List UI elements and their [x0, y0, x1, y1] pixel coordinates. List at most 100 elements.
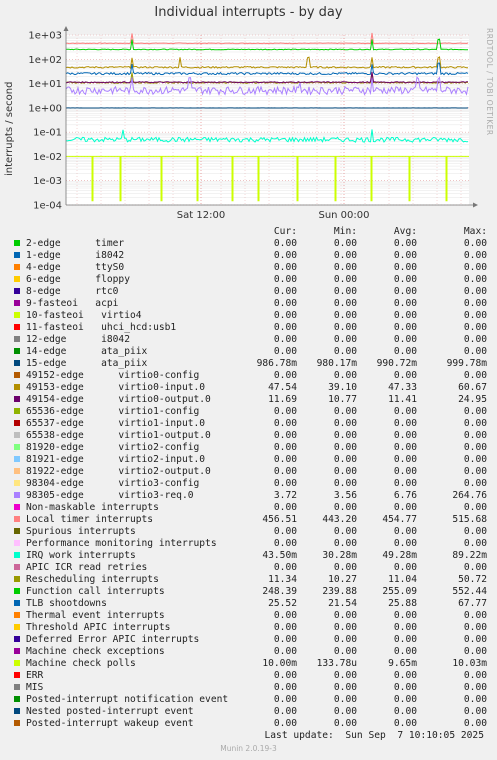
legend-swatch [14, 588, 20, 594]
legend-swatch [14, 360, 20, 366]
legend-row: 10-fasteoi virtio4 0.00 0.00 0.00 0.00 [0, 310, 497, 322]
legend-max: 0.00 [463, 442, 487, 453]
x-tick-label: Sun 00:00 [318, 210, 369, 221]
legend-max: 10.03m [452, 658, 487, 669]
legend-swatch [14, 540, 20, 546]
legend-row: 14-edge ata_piix 0.00 0.00 0.00 0.00 [0, 346, 497, 358]
legend-max: 0.00 [463, 286, 487, 297]
legend-max: 0.00 [463, 310, 487, 321]
legend-swatch [14, 720, 20, 726]
legend-name: Local timer interrupts [26, 514, 154, 525]
legend-swatch [14, 624, 20, 630]
legend-name: Spurious interrupts [26, 526, 136, 537]
legend-row: 65536-edge virtio1-config 0.00 0.00 0.00 0.0… [0, 406, 497, 418]
legend-row: 6-edge floppy 0.00 0.00 0.00 0.00 [0, 274, 497, 286]
interrupts-chart: 1e-04 1e-03 1e-02 1e-01 1e+00 1e+01 1e+02 1e+03… [28, 26, 478, 221]
legend-avg: 0.00 [393, 670, 417, 681]
legend-name: 8-edge rtc0 [26, 286, 119, 297]
legend-max: 264.76 [452, 490, 487, 501]
legend-max: 0.00 [463, 646, 487, 657]
legend-max: 50.72 [458, 574, 487, 585]
legend-avg: 0.00 [393, 466, 417, 477]
legend-name: Nested posted-interrupt event [26, 706, 194, 717]
legend-swatch [14, 636, 20, 642]
legend-name: 49153-edge virtio0-input.0 [26, 382, 206, 393]
legend-max: 0.00 [463, 262, 487, 273]
legend-name: 15-edge ata_piix [26, 358, 148, 369]
legend-name: Rescheduling interrupts [26, 574, 159, 585]
legend-name: 81922-edge virtio2-output.0 [26, 466, 211, 477]
legend-name: MIS [26, 682, 44, 693]
legend-row: Function call interrupts 248.39 239.88 255.… [0, 586, 497, 598]
y-tick-label: 1e+03 [28, 31, 62, 42]
legend-avg: 0.00 [393, 262, 417, 273]
legend-avg: 0.00 [393, 274, 417, 285]
legend-header-max: Max: [463, 226, 487, 237]
legend-swatch [14, 336, 20, 342]
legend-avg: 0.00 [393, 682, 417, 693]
legend-max: 0.00 [463, 430, 487, 441]
x-tick-label: Sat 12:00 [177, 210, 225, 221]
legend-max: 0.00 [463, 622, 487, 633]
legend-avg: 0.00 [393, 454, 417, 465]
legend-name: 98305-edge virtio3-req.0 [26, 490, 194, 501]
legend-name: 4-edge ttyS0 [26, 262, 125, 273]
y-tick-label: 1e+02 [28, 55, 62, 66]
legend-name: 11-fasteoi uhci_hcd:usb1 [26, 322, 177, 333]
legend-row: IRQ work interrupts 43.50m 30.28m 49.28m 89.… [0, 550, 497, 562]
legend-avg: 11.41 [388, 394, 417, 405]
legend-swatch [14, 288, 20, 294]
legend-max: 0.00 [463, 334, 487, 345]
legend-avg: 0.00 [393, 346, 417, 357]
legend-name: 2-edge timer [26, 238, 125, 249]
legend-row: 49154-edge virtio0-output.0 11.69 10.77 11.… [0, 394, 497, 406]
legend-row: Spurious interrupts 0.00 0.00 0.00 0.00 [0, 526, 497, 538]
legend-name: 9-fasteoi acpi [26, 298, 119, 309]
legend-name: TLB shootdowns [26, 598, 107, 609]
legend-swatch [14, 408, 20, 414]
legend-name: IRQ work interrupts [26, 550, 136, 561]
legend-row: 65538-edge virtio1-output.0 0.00 0.00 0.00 0… [0, 430, 497, 442]
legend-max: 0.00 [463, 670, 487, 681]
legend-avg: 0.00 [393, 610, 417, 621]
legend-swatch [14, 600, 20, 606]
legend-avg: 990.72m [376, 358, 417, 369]
legend-row: APIC ICR read retries 0.00 0.00 0.00 0.00 [0, 562, 497, 574]
legend-max: 999.78m [446, 358, 487, 369]
legend-name: Function call interrupts [26, 586, 165, 597]
legend-swatch [14, 564, 20, 570]
legend-swatch [14, 576, 20, 582]
legend-row: Posted-interrupt notification event 0.00 0… [0, 694, 497, 706]
legend-swatch [14, 552, 20, 558]
legend-max: 0.00 [463, 706, 487, 717]
legend-max: 0.00 [463, 274, 487, 285]
legend-row: 49153-edge virtio0-input.0 47.54 39.10 47.3… [0, 382, 497, 394]
legend-swatch [14, 468, 20, 474]
legend-max: 0.00 [463, 238, 487, 249]
legend-max: 0.00 [463, 454, 487, 465]
legend-max: 0.00 [463, 694, 487, 705]
legend-avg: 0.00 [393, 406, 417, 417]
chart-title: Individual interrupts - by day [154, 5, 343, 20]
legend-avg: 0.00 [393, 250, 417, 261]
legend-avg: 11.04 [388, 574, 417, 585]
legend-swatch [14, 252, 20, 258]
legend-avg: 0.00 [393, 634, 417, 645]
legend-swatch [14, 312, 20, 318]
legend-swatch [14, 672, 20, 678]
legend-swatch [14, 660, 20, 666]
legend-max: 0.00 [463, 502, 487, 513]
legend-name: 65537-edge virtio1-input.0 [26, 418, 206, 429]
legend-name: 49152-edge virtio0-config [26, 370, 200, 381]
legend-row: 8-edge rtc0 0.00 0.00 0.00 0.00 [0, 286, 497, 298]
legend-max: 515.68 [452, 514, 487, 525]
legend-name: ERR [26, 670, 44, 681]
legend-max: 0.00 [463, 610, 487, 621]
legend-name: 65538-edge virtio1-output.0 [26, 430, 211, 441]
y-tick-label: 1e-03 [33, 176, 62, 187]
legend-max: 0.00 [463, 346, 487, 357]
legend-avg: 49.28m [382, 550, 417, 561]
legend-swatch [14, 480, 20, 486]
legend-row: Performance monitoring interrupts 0.00 0.0… [0, 538, 497, 550]
legend-avg: 0.00 [393, 238, 417, 249]
